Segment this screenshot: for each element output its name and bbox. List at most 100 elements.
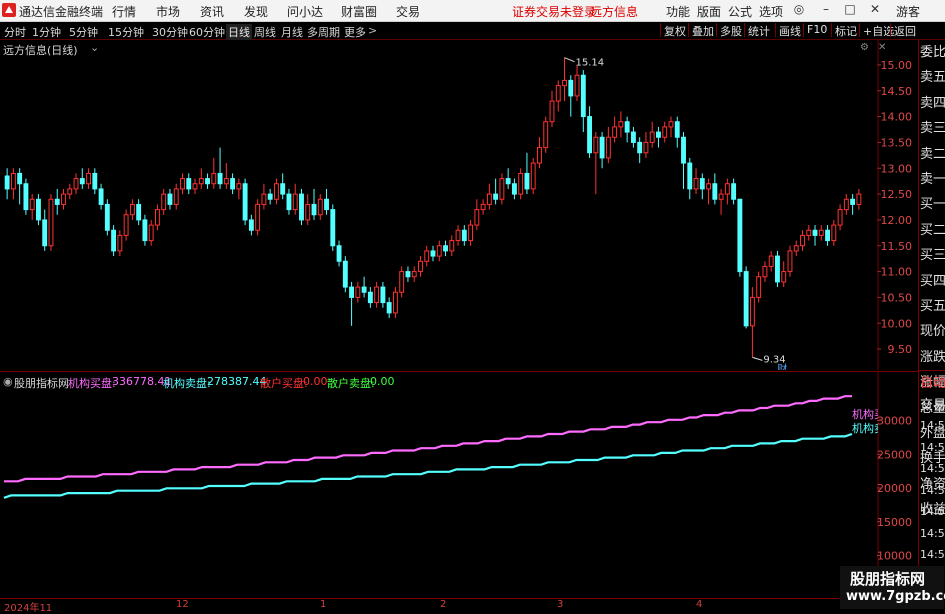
period-monthly[interactable]: 月线	[281, 24, 303, 40]
candle-body	[537, 147, 542, 164]
candle-body	[205, 178, 210, 185]
candle-body	[643, 141, 649, 154]
period-daily[interactable]: 日线	[226, 24, 252, 40]
menu-wenxiaoda[interactable]: 问小达	[287, 3, 323, 20]
candle-body	[674, 121, 680, 138]
menu-zixun[interactable]: 资讯	[200, 3, 224, 20]
candle-body	[36, 198, 41, 221]
candle-body	[167, 193, 173, 205]
candle-body	[781, 271, 787, 283]
mark-button[interactable]: 标记	[831, 23, 857, 38]
candle-body	[42, 219, 48, 247]
candle-body	[330, 209, 336, 247]
candle-body	[818, 229, 824, 236]
candle-body	[255, 203, 261, 231]
candle-body	[699, 178, 705, 190]
quote-label-4: 卖二	[920, 146, 945, 162]
candle-body	[305, 203, 311, 221]
candle-body	[86, 172, 91, 185]
func-button[interactable]: 功能	[666, 3, 690, 20]
candle-body	[486, 193, 492, 205]
menu-shichang[interactable]: 市场	[156, 3, 180, 20]
candle-body	[618, 121, 624, 128]
price-tick-label: 14.00	[881, 111, 913, 124]
menu-hangqing[interactable]: 行情	[112, 3, 136, 20]
candle-body	[812, 229, 818, 236]
candle-body	[411, 271, 417, 278]
candle-body	[261, 193, 267, 205]
period-weekly[interactable]: 周线	[254, 24, 276, 40]
indicator-tick-label: 25000	[877, 448, 912, 461]
formula-button[interactable]: 公式	[728, 3, 752, 20]
candle-body	[587, 116, 593, 154]
x-label-mar: 3	[557, 599, 564, 610]
close-icon[interactable]: ✕	[867, 2, 883, 18]
menu-jiaoyi[interactable]: 交易	[396, 3, 420, 20]
restore-rights-button[interactable]: 复权	[660, 23, 686, 38]
period-5min[interactable]: 5分钟	[69, 24, 98, 40]
candle-body	[48, 198, 54, 247]
main-chart-panel[interactable]: 远方信息(日线) ⌄ ⚙ ✕ 15.00 14.50 14.00 13.50 13.00…	[0, 40, 918, 370]
candle-body	[768, 255, 774, 267]
period-multi[interactable]: 多周期	[307, 24, 340, 40]
period-60min[interactable]: 60分钟	[189, 24, 225, 40]
period-more[interactable]: 更多	[344, 24, 366, 40]
candle-body	[267, 193, 273, 200]
stock-name-link[interactable]: 远方信息	[590, 3, 638, 20]
guest-user[interactable]: 游客	[896, 3, 920, 20]
f10-button[interactable]: F10	[803, 23, 827, 37]
add-watchlist-button[interactable]: +自选	[859, 23, 894, 38]
trade-tab[interactable]: 交易	[920, 395, 945, 417]
menu-faxian[interactable]: 发现	[244, 3, 268, 20]
stats-button[interactable]: 统计	[744, 23, 770, 38]
candle-body	[73, 178, 79, 190]
finance-marker[interactable]: 财	[777, 362, 787, 370]
more-chevron-icon[interactable]: >	[368, 24, 377, 37]
price-tick-label: 10.50	[881, 291, 913, 304]
multi-stock-button[interactable]: 多股	[716, 23, 742, 38]
candle-body	[549, 100, 555, 123]
candle-body	[173, 188, 179, 205]
quote-label-12: 涨跌	[920, 349, 945, 365]
candle-body	[518, 172, 524, 195]
candle-body	[386, 302, 392, 314]
candle-body	[111, 229, 117, 252]
auto-toggle[interactable]: 自动	[920, 373, 945, 395]
quote-side-panel[interactable]: 委比 卖五 卖四 卖三 卖二 卖一 买一 买二 买三 买四 买五 现价 涨跌 涨幅 总量 外盘 换手 净资 收益 自动…	[918, 40, 945, 609]
high-price-label: 15.14	[576, 58, 605, 69]
back-button[interactable]: 返回	[890, 23, 916, 38]
menu-caifuquan[interactable]: 财富圈	[341, 3, 377, 20]
candle-body	[843, 198, 849, 211]
quote-label-0: 委比	[920, 45, 945, 60]
candle-body	[136, 203, 142, 221]
draw-line-button[interactable]: 画线	[775, 23, 801, 38]
candle-body	[555, 85, 561, 102]
candle-body	[731, 183, 737, 200]
layout-button[interactable]: 版面	[697, 3, 721, 20]
candle-body	[505, 178, 511, 185]
candle-body	[67, 188, 73, 195]
x-label-jan: 1	[320, 599, 327, 610]
period-1min[interactable]: 1分钟	[32, 24, 61, 40]
candle-body	[668, 121, 674, 128]
period-30min[interactable]: 30分钟	[152, 24, 188, 40]
candle-body	[104, 203, 110, 231]
low-pointer	[752, 356, 763, 361]
minimize-icon[interactable]: –	[818, 2, 834, 18]
indicator-panel[interactable]: ◉ 股朋指标网 机构买盘: 336778.41 机构卖盘: 278387.44 …	[0, 371, 918, 599]
period-fenshi[interactable]: 分时	[4, 24, 26, 40]
period-toolbar: 分时 1分钟 5分钟 15分钟 30分钟 60分钟 日线 周线 月线 多周期 更…	[0, 22, 945, 40]
candle-body	[612, 126, 618, 138]
candle-body	[468, 224, 474, 242]
trade-login-link[interactable]: 证券交易未登录	[512, 3, 596, 20]
candle-body	[361, 286, 367, 293]
candle-body	[280, 183, 286, 195]
skin-icon[interactable]: ◎	[791, 2, 807, 18]
overlay-button[interactable]: 叠加	[688, 23, 714, 38]
price-tick-label: 13.00	[881, 162, 913, 175]
options-button[interactable]: 选项	[759, 3, 783, 20]
period-15min[interactable]: 15分钟	[108, 24, 144, 40]
candle-body	[530, 162, 536, 190]
candle-body	[743, 271, 749, 327]
maximize-icon[interactable]: □	[842, 2, 858, 18]
